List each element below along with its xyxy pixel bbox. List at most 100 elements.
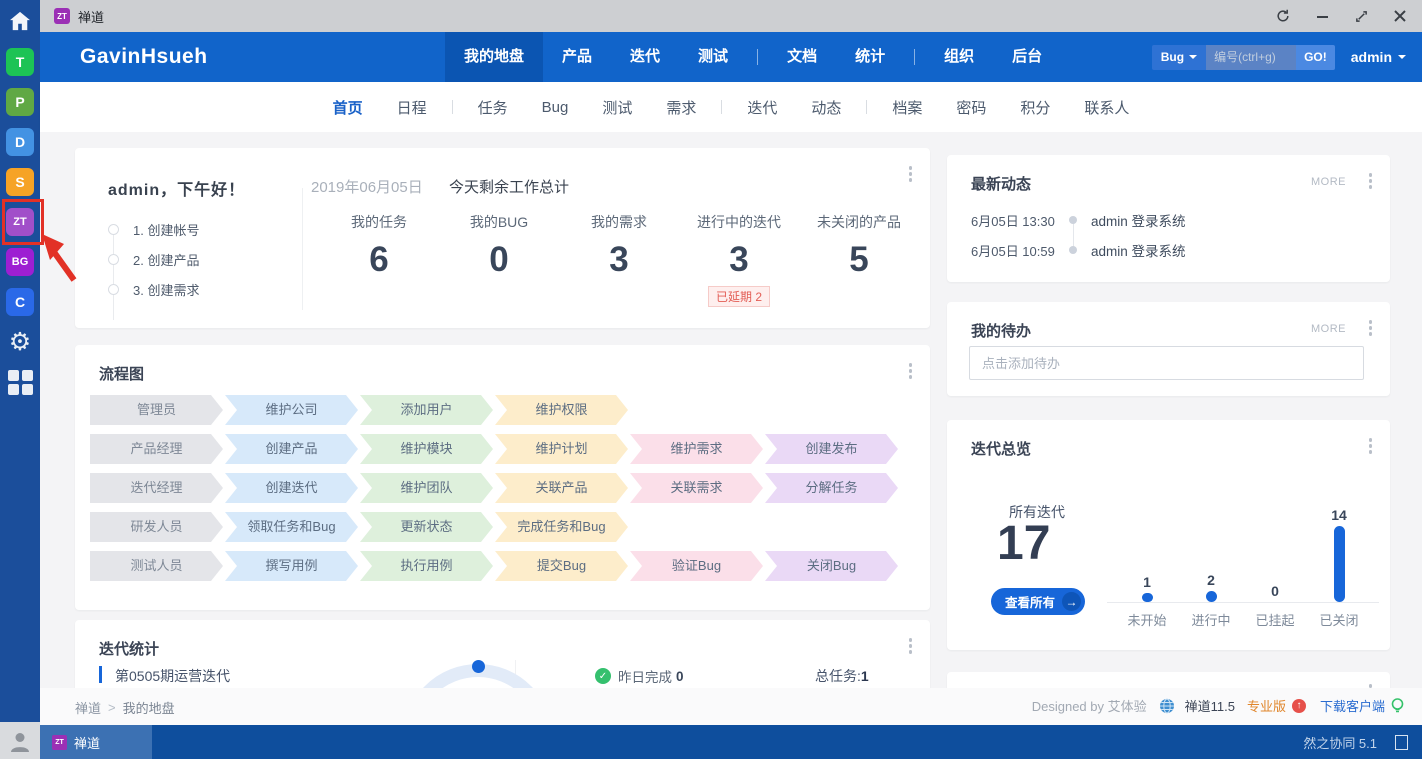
bar [1205, 591, 1217, 602]
subnav-score[interactable]: 积分 [1003, 97, 1067, 118]
nav-item-sprint[interactable]: 迭代 [611, 32, 679, 82]
user-avatar[interactable] [0, 722, 40, 759]
subnav-password[interactable]: 密码 [939, 97, 1003, 118]
nav-item-doc[interactable]: 文档 [768, 32, 836, 82]
subnav-sprint[interactable]: 迭代 [730, 97, 794, 118]
app-dock-sidebar: T P D S ZT BG C ⚙ [0, 0, 40, 759]
app-icon-p[interactable]: P [6, 88, 34, 116]
minimize-icon[interactable] [1316, 10, 1329, 23]
card-title: 我的待办 [971, 323, 1032, 340]
settings-gear-icon[interactable]: ⚙ [6, 328, 34, 356]
subnav-bug[interactable]: Bug [525, 99, 586, 116]
search-input[interactable] [1206, 44, 1297, 70]
card-menu-icon[interactable] [1367, 436, 1375, 456]
edition-link[interactable]: 专业版 [1247, 696, 1286, 715]
subnav-story[interactable]: 需求 [649, 97, 713, 118]
more-link[interactable]: MORE [1311, 323, 1346, 335]
search-go-button[interactable]: GO! [1296, 44, 1335, 70]
bar-labels: 未开始 进行中 已挂起 已关闭 [1127, 613, 1359, 628]
step-create-story[interactable]: 3. 创建需求 [108, 274, 199, 304]
search-type-dropdown[interactable]: Bug [1151, 44, 1207, 70]
subnav-contacts[interactable]: 联系人 [1067, 97, 1146, 118]
window-title: 禅道 [78, 9, 105, 25]
step-create-product[interactable]: 2. 创建产品 [108, 244, 199, 274]
stat-my-tasks[interactable]: 我的任务 6 [319, 212, 439, 307]
card-menu-icon[interactable] [907, 361, 915, 381]
stat-active-sprints[interactable]: 进行中的迭代 3 已延期 2 [679, 212, 799, 307]
step-create-account[interactable]: 1. 创建帐号 [108, 214, 199, 244]
clipped-card [947, 672, 1390, 688]
sprint-name[interactable]: 第0505期运营迭代 [115, 666, 230, 686]
timeline-dot-icon [1069, 216, 1077, 224]
subnav-test[interactable]: 测试 [585, 97, 649, 118]
flow-role: 测试人员 [90, 551, 223, 581]
app-icon-s[interactable]: S [6, 168, 34, 196]
bar [1141, 593, 1153, 602]
designed-by-text: Designed by 艾体验 [1031, 699, 1147, 714]
activity-card: 最新动态 MORE 6月05日 13:30 admin 登录系统 6月05日 1… [947, 155, 1390, 282]
nav-item-test[interactable]: 测试 [679, 32, 747, 82]
flow-step: 创建发布 [765, 434, 898, 464]
total-tasks: 总任务:1 [815, 668, 869, 684]
all-apps-grid-icon[interactable] [6, 368, 34, 396]
add-todo-input[interactable] [969, 346, 1364, 380]
subnav-calendar[interactable]: 日程 [380, 97, 444, 118]
stat-my-stories[interactable]: 我的需求 3 [559, 212, 679, 307]
stat-open-products[interactable]: 未关闭的产品 5 [799, 212, 919, 307]
nav-item-report[interactable]: 统计 [836, 32, 904, 82]
subnav-profile[interactable]: 档案 [875, 97, 939, 118]
card-menu-icon[interactable] [907, 164, 915, 184]
card-menu-icon[interactable] [907, 636, 915, 656]
vertical-divider [302, 188, 303, 310]
delayed-badge: 已延期 2 [707, 286, 770, 307]
subnav-dynamic[interactable]: 动态 [794, 97, 858, 118]
close-icon[interactable] [1394, 10, 1406, 22]
nav-item-product[interactable]: 产品 [543, 32, 611, 82]
home-icon[interactable] [5, 6, 35, 36]
breadcrumb-root[interactable]: 禅道 [75, 698, 101, 717]
card-menu-icon[interactable] [1367, 171, 1375, 191]
stat-my-bugs[interactable]: 我的BUG 0 [439, 212, 559, 307]
refresh-icon[interactable] [1276, 9, 1290, 23]
brand-logo[interactable]: GavinHsueh [80, 45, 208, 69]
flow-step: 领取任务和Bug [225, 512, 358, 542]
app-icon-bg[interactable]: BG [6, 248, 34, 276]
nav-item-my-dashboard[interactable]: 我的地盘 [445, 32, 544, 82]
window-icon[interactable] [1395, 734, 1408, 750]
os-taskbar: ZT 禅道 然之协同 5.1 [40, 725, 1422, 759]
subnav-task[interactable]: 任务 [461, 97, 525, 118]
activity-entry: 6月05日 10:59 admin 登录系统 [971, 243, 1186, 260]
version-text[interactable]: 禅道11.5 [1185, 696, 1235, 715]
maximize-icon[interactable] [1355, 10, 1368, 23]
subnav-home[interactable]: 首页 [316, 97, 380, 118]
flow-step: 创建迭代 [225, 473, 358, 503]
dashboard-content: admin，下午好！ 1. 创建帐号 2. 创建产品 3. 创建需求 2019年… [40, 132, 1422, 688]
view-all-button[interactable]: 查看所有 → [991, 588, 1086, 615]
user-menu[interactable]: admin [1351, 49, 1406, 65]
card-title: 迭代统计 [99, 641, 160, 658]
upgrade-icon[interactable]: ↑ [1291, 698, 1306, 713]
more-link[interactable]: MORE [1311, 176, 1346, 188]
flow-role: 研发人员 [90, 512, 223, 542]
flow-step: 维护需求 [630, 434, 763, 464]
taskbar-item-zentao[interactable]: ZT 禅道 [40, 725, 152, 759]
app-icon-t[interactable]: T [6, 48, 34, 76]
arrow-right-icon: → [1062, 592, 1082, 611]
flow-step: 提交Bug [495, 551, 628, 581]
sub-navbar: 首页 日程 任务 Bug 测试 需求 迭代 动态 档案 密码 积分 联系人 [40, 82, 1422, 132]
app-icon-d[interactable]: D [6, 128, 34, 156]
breadcrumb-current[interactable]: 我的地盘 [123, 698, 175, 717]
bar-column: 14 [1307, 484, 1371, 602]
nav-item-org[interactable]: 组织 [925, 32, 993, 82]
download-client-link[interactable]: 下载客户端 [1320, 696, 1385, 715]
check-icon: ✓ [595, 668, 611, 684]
nav-item-admin[interactable]: 后台 [993, 32, 1061, 82]
app-icon-c[interactable]: C [6, 288, 34, 316]
breadcrumb: 禅道 > 我的地盘 [75, 698, 175, 717]
activity-timeline: 6月05日 13:30 admin 登录系统 6月05日 10:59 admin… [971, 205, 1366, 265]
today-date: 2019年06月05日 [311, 179, 423, 196]
step-circle-icon [108, 283, 119, 295]
card-menu-icon[interactable] [1367, 318, 1375, 338]
nav-divider [914, 49, 916, 65]
globe-icon [1159, 698, 1174, 713]
